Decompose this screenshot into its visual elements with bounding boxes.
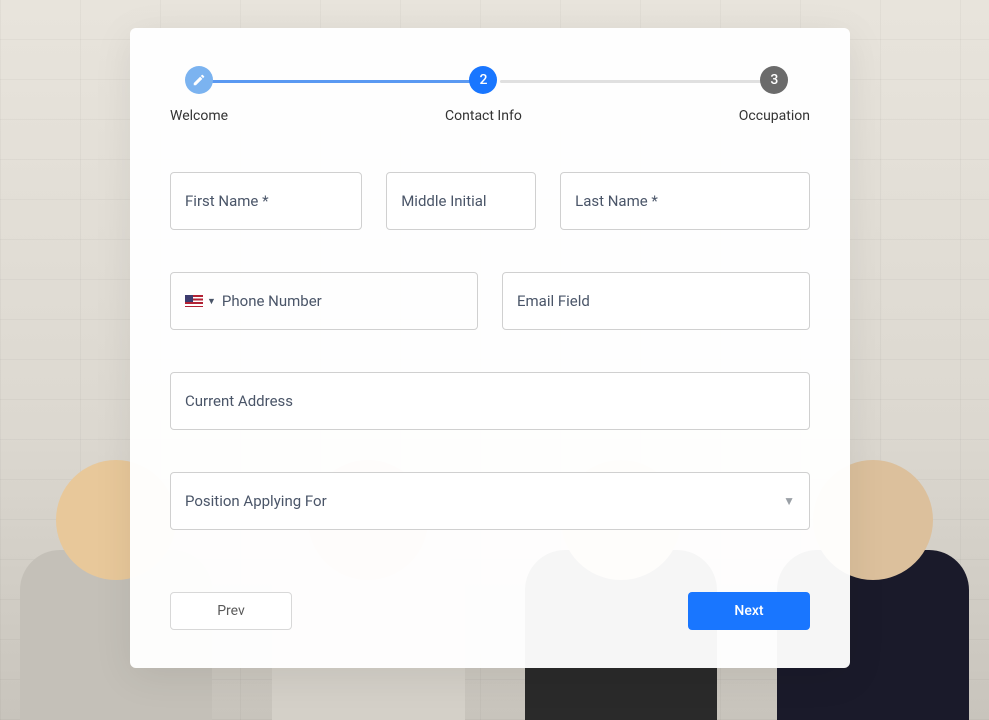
us-flag-icon[interactable] <box>185 295 203 307</box>
last-name-field[interactable] <box>560 172 810 230</box>
first-name-field[interactable] <box>170 172 362 230</box>
chevron-down-icon: ▼ <box>783 494 795 508</box>
step-occupation: 3 Occupation <box>739 66 810 124</box>
position-applying-for-select[interactable]: Position Applying For ▼ <box>170 472 810 530</box>
select-placeholder: Position Applying For <box>185 492 327 510</box>
step-label: Occupation <box>739 108 810 124</box>
step-contact-info: 2 Contact Info <box>445 66 522 124</box>
prev-button[interactable]: Prev <box>170 592 292 630</box>
step-active-number: 2 <box>469 66 497 94</box>
form-card: Welcome 2 Contact Info 3 Occupation <box>130 28 850 668</box>
step-connector-inactive <box>500 80 776 83</box>
stepper: Welcome 2 Contact Info 3 Occupation <box>170 66 810 124</box>
middle-initial-field[interactable] <box>386 172 536 230</box>
current-address-field[interactable] <box>170 372 810 430</box>
phone-number-field[interactable] <box>222 292 421 310</box>
email-field[interactable] <box>502 272 810 330</box>
step-label: Contact Info <box>445 108 522 124</box>
chevron-down-icon[interactable]: ▼ <box>207 296 216 307</box>
pencil-icon <box>192 73 206 87</box>
step-welcome: Welcome <box>170 66 228 124</box>
step-done-icon <box>185 66 213 94</box>
step-label: Welcome <box>170 108 228 124</box>
phone-field-wrapper: ▼ <box>170 272 478 330</box>
next-button[interactable]: Next <box>688 592 810 630</box>
step-pending-number: 3 <box>760 66 788 94</box>
contact-info-form: ▼ Position Applying For ▼ <box>170 172 810 630</box>
step-connector-active <box>204 80 484 83</box>
